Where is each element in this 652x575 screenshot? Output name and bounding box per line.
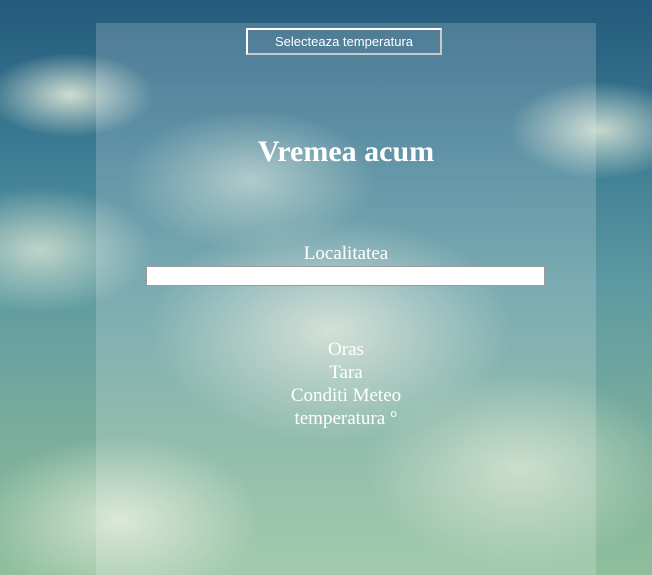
location-label: Localitatea [303, 243, 389, 264]
select-temperature-button[interactable]: Selecteaza temperatura [246, 28, 442, 55]
country-label: Tara [329, 362, 363, 383]
temperature-label: temperatura ° [294, 408, 398, 429]
weather-info: Oras Tara Conditi Meteo temperatura ° [96, 338, 596, 430]
location-input[interactable] [146, 266, 545, 286]
conditions-label: Conditi Meteo [290, 385, 402, 406]
city-label: Oras [328, 339, 364, 360]
page-title: Vremea acum [257, 135, 435, 168]
weather-panel: Selecteaza temperatura Vremea acum Local… [96, 23, 596, 575]
